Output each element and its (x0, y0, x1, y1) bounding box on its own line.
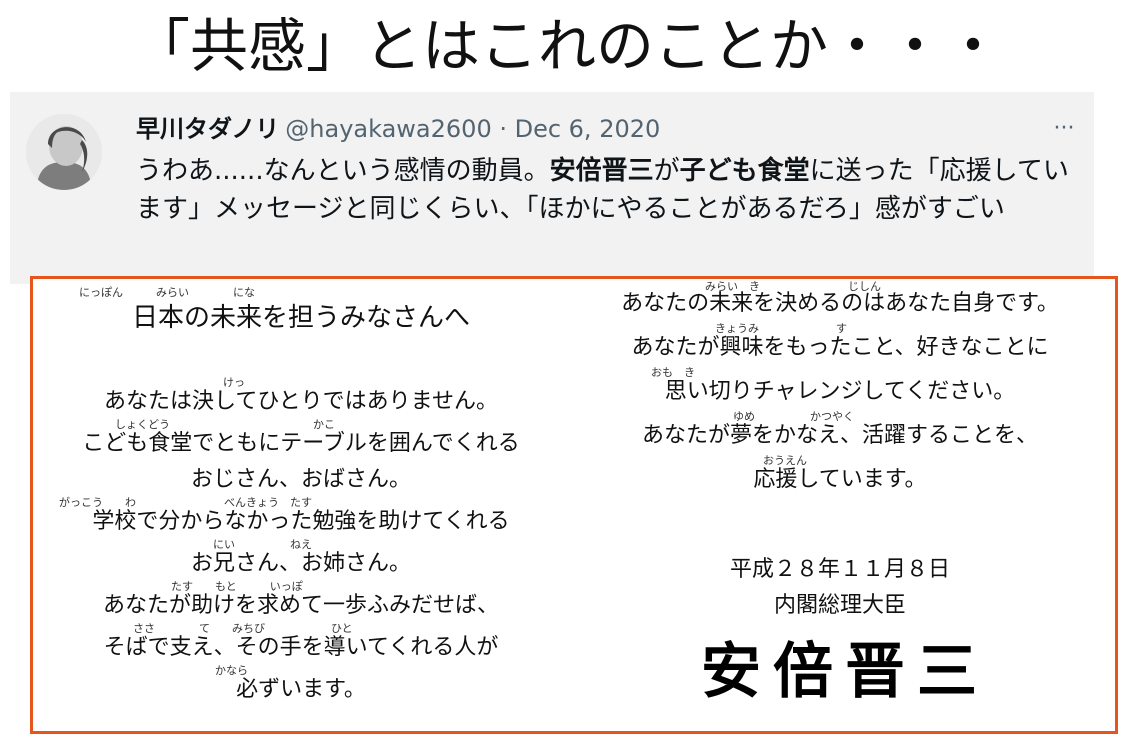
letter-line: あなたが助けを求めて一歩ふみだせば、 (102, 593, 499, 618)
letter-title: 日本の未来を担うみなさんへ (131, 303, 470, 333)
letter-line: あなたが夢をかなえ、活躍することを、 (641, 423, 1038, 448)
letter-line: あなたの未来を決めるのはあなた自身です。 (621, 291, 1059, 316)
letter-position: 内閣総理大臣 (773, 593, 906, 618)
signature: 安倍晋三 (701, 637, 989, 707)
letter-line: 必ずいます。 (236, 677, 366, 702)
tweet-text-bold: 安倍晋三 (549, 156, 654, 186)
letter-line: そばで支え、その手を導いてくれる人が (103, 635, 499, 660)
letter-line: 応援しています。 (753, 467, 927, 492)
letter-date: 平成２８年１１月８日 (729, 557, 950, 582)
headline: 「共感」とはこれのことか・・・ (131, 12, 1002, 80)
avatar[interactable] (26, 114, 102, 190)
letter-image: にっぽん みらい にな 日本の未来を担うみなさんへ けっ あなたは決してひとりで… (30, 276, 1118, 734)
letter-line: あなたが興味をもったこと、好きなことに (631, 335, 1049, 360)
letter-left-column: にっぽん みらい にな 日本の未来を担うみなさんへ けっ あなたは決してひとりで… (37, 279, 565, 731)
tweet-text: うわあ......なんという感情の動員。安倍晋三が子ども食堂に送った「応援してい… (136, 152, 1086, 228)
avatar-portrait-icon (26, 114, 102, 190)
letter-right-column: みらい き じしん あなたの未来を決めるのはあなた自身です。 きょうみ す あな… (565, 279, 1115, 731)
tweet-card[interactable]: 早川タダノリ @hayakawa2600 · Dec 6, 2020 ··· うわ… (10, 92, 1094, 284)
letter-line: お兄さん、お姉さん。 (190, 551, 411, 576)
letter-line: こども食堂でともにテーブルを囲んでくれる (82, 431, 520, 456)
ruby-annotation: にっぽん みらい にな (79, 286, 255, 299)
letter-line: 学校で分からなかった勉強を助けてくれる (92, 509, 510, 534)
tweet-display-name[interactable]: 早川タダノリ (136, 115, 279, 143)
tweet-text-bold: 子ども食堂 (679, 156, 810, 186)
tweet-text-part: が (653, 156, 680, 186)
letter-line: あなたは決してひとりではありません。 (103, 389, 499, 414)
more-options-icon[interactable]: ··· (1048, 112, 1080, 146)
tweet-text-part: うわあ......なんという感情の動員。 (136, 156, 550, 186)
letter-line: おじさん、おばさん。 (190, 467, 411, 492)
tweet-header: 早川タダノリ @hayakawa2600 · Dec 6, 2020 (136, 112, 660, 146)
tweet-handle-date[interactable]: @hayakawa2600 · Dec 6, 2020 (285, 115, 660, 143)
letter-line: 思い切りチャレンジしてください。 (664, 379, 1016, 404)
